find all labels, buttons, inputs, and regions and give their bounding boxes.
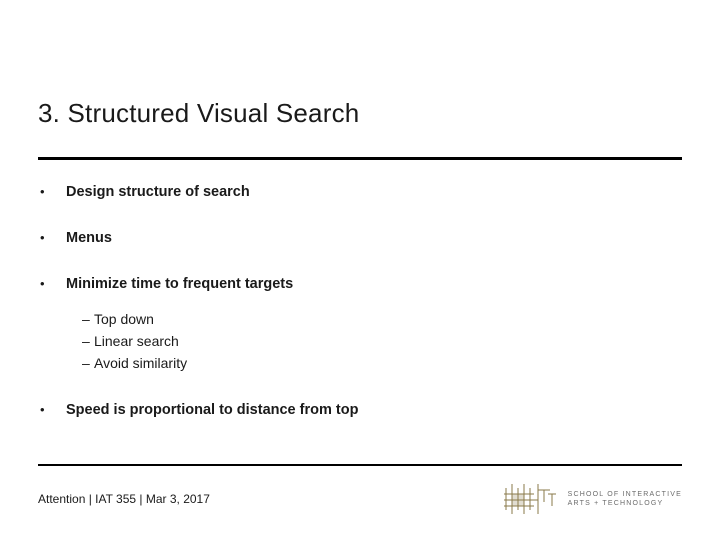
bullet-icon: • bbox=[38, 400, 66, 420]
sub-list: – Top down – Linear search – Avoid simil… bbox=[66, 308, 293, 374]
bullet-icon: • bbox=[38, 228, 66, 248]
list-item: • Design structure of search bbox=[38, 182, 682, 202]
bullet-text: Menus bbox=[66, 228, 112, 248]
institution-line1: SCHOOL OF INTERACTIVE bbox=[568, 490, 682, 499]
slide-title: 3. Structured Visual Search bbox=[38, 98, 682, 129]
dash-icon: – bbox=[66, 330, 94, 352]
content-area: • Design structure of search • Menus • M… bbox=[38, 160, 682, 420]
dash-icon: – bbox=[66, 352, 94, 374]
sub-text: Linear search bbox=[94, 330, 179, 352]
slide: 3. Structured Visual Search • Design str… bbox=[0, 0, 720, 540]
dash-icon: – bbox=[66, 308, 94, 330]
institution-logo: SCHOOL OF INTERACTIVE ARTS + TECHNOLOGY bbox=[504, 484, 682, 514]
bullet-icon: • bbox=[38, 182, 66, 202]
institution-name: SCHOOL OF INTERACTIVE ARTS + TECHNOLOGY bbox=[568, 490, 682, 508]
sub-text: Avoid similarity bbox=[94, 352, 187, 374]
footer-divider bbox=[38, 464, 682, 466]
sub-text: Top down bbox=[94, 308, 154, 330]
bullet-text: Design structure of search bbox=[66, 182, 250, 202]
bullet-with-sub: Minimize time to frequent targets – Top … bbox=[66, 274, 293, 374]
list-item: • Menus bbox=[38, 228, 682, 248]
sub-list-item: – Top down bbox=[66, 308, 293, 330]
footer-row: Attention | IAT 355 | Mar 3, 2017 bbox=[38, 484, 682, 514]
bullet-text: Speed is proportional to distance from t… bbox=[66, 400, 358, 420]
footer-text: Attention | IAT 355 | Mar 3, 2017 bbox=[38, 492, 210, 506]
title-area: 3. Structured Visual Search bbox=[38, 0, 682, 160]
list-item: • Minimize time to frequent targets – To… bbox=[38, 274, 682, 374]
footer: Attention | IAT 355 | Mar 3, 2017 bbox=[38, 464, 682, 514]
bullet-list: • Design structure of search • Menus • M… bbox=[38, 182, 682, 420]
bullet-text: Minimize time to frequent targets bbox=[66, 274, 293, 294]
logo-mark-icon bbox=[504, 484, 558, 514]
institution-line2: ARTS + TECHNOLOGY bbox=[568, 499, 682, 508]
list-item: • Speed is proportional to distance from… bbox=[38, 400, 682, 420]
sub-list-item: – Linear search bbox=[66, 330, 293, 352]
bullet-icon: • bbox=[38, 274, 66, 294]
sub-list-item: – Avoid similarity bbox=[66, 352, 293, 374]
